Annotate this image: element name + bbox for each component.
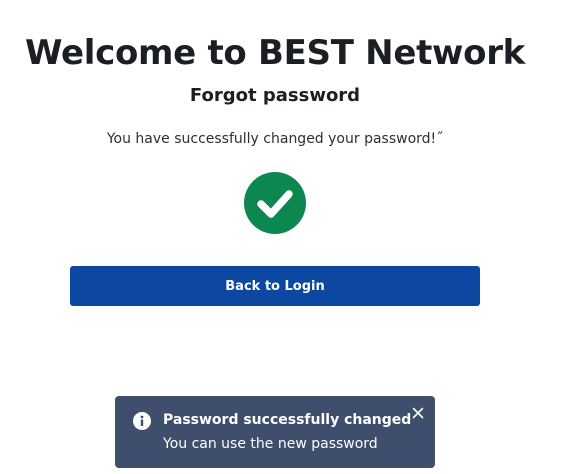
info-icon: [133, 412, 151, 430]
close-icon[interactable]: [409, 404, 427, 422]
forgot-password-page: Welcome to BEST Network Forgot password …: [0, 0, 569, 474]
check-circle-icon: [244, 172, 306, 234]
success-message: You have successfully changed your passw…: [106, 131, 444, 147]
back-to-login-button[interactable]: Back to Login: [70, 266, 480, 306]
toast-text: You can use the new password: [163, 436, 378, 452]
page-title: Welcome to BEST Network: [25, 33, 525, 73]
toast-notification: Password successfully changed You can us…: [115, 396, 435, 468]
page-subtitle: Forgot password: [189, 85, 361, 106]
toast-title: Password successfully changed: [163, 412, 412, 428]
